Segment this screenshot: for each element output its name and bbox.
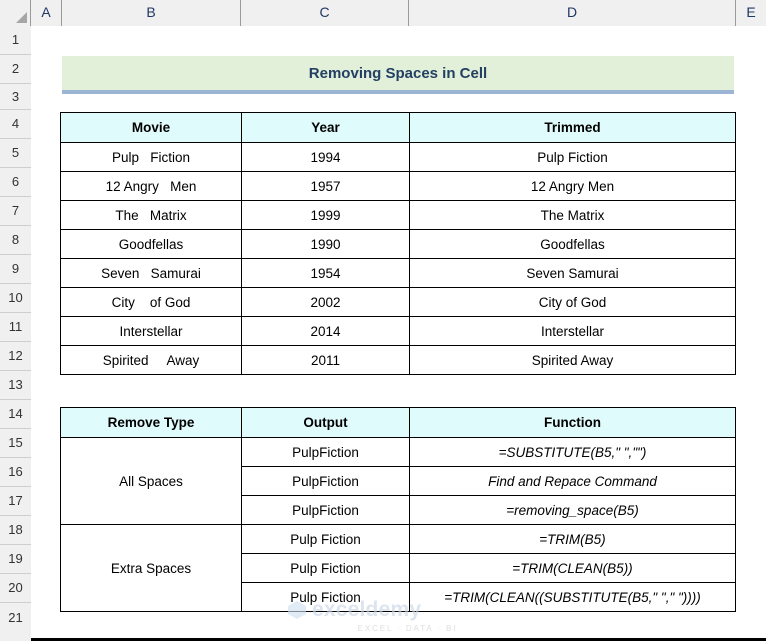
function-cell: Find and Repace Command (410, 467, 736, 496)
output-column-header: Output (242, 408, 410, 438)
function-cell: =removing_space(B5) (410, 496, 736, 525)
row-header-11[interactable]: 11 (0, 313, 31, 342)
movie-cell: Seven Samurai (61, 259, 242, 288)
movie-cell: City of God (61, 288, 242, 317)
row-header-5[interactable]: 5 (0, 139, 31, 168)
trimmed-cell: Interstellar (410, 317, 736, 346)
output-cell: Pulp Fiction (242, 525, 410, 554)
table-row: 12 Angry Men195712 Angry Men (61, 172, 736, 201)
table-row: All SpacesPulpFiction=SUBSTITUTE(B5," ",… (61, 438, 736, 467)
year-cell: 1990 (242, 230, 410, 259)
year-cell: 1957 (242, 172, 410, 201)
row-header-14[interactable]: 14 (0, 400, 31, 429)
table-row: Goodfellas1990Goodfellas (61, 230, 736, 259)
movie-cell: Goodfellas (61, 230, 242, 259)
trimmed-cell: Spirited Away (410, 346, 736, 375)
row-header-20[interactable]: 20 (0, 574, 31, 603)
function-cell: =SUBSTITUTE(B5," ","") (410, 438, 736, 467)
table-row: Extra SpacesPulp Fiction=TRIM(B5) (61, 525, 736, 554)
row-header-9[interactable]: 9 (0, 255, 31, 284)
table-row: Spirited Away2011Spirited Away (61, 346, 736, 375)
row-header-19[interactable]: 19 (0, 545, 31, 574)
spreadsheet-sheet: A B C D E 1 2 3 4 5 6 7 8 9 10 11 12 13 … (0, 0, 766, 641)
column-header-e[interactable]: E (736, 0, 766, 26)
table-row: The Matrix1999The Matrix (61, 201, 736, 230)
row-header-4[interactable]: 4 (0, 110, 31, 139)
row-header-10[interactable]: 10 (0, 284, 31, 313)
trimmed-cell: The Matrix (410, 201, 736, 230)
output-cell: PulpFiction (242, 438, 410, 467)
trimmed-cell: Goodfellas (410, 230, 736, 259)
output-cell: PulpFiction (242, 467, 410, 496)
table-row: Seven Samurai1954Seven Samurai (61, 259, 736, 288)
output-cell: Pulp Fiction (242, 554, 410, 583)
output-cell: Pulp Fiction (242, 583, 410, 612)
remove-type-cell: All Spaces (61, 438, 242, 525)
row-header-8[interactable]: 8 (0, 226, 31, 255)
row-header-21[interactable]: 21 (0, 603, 31, 641)
function-table: Remove Type Output Function All SpacesPu… (60, 407, 736, 612)
row-header-strip: 1 2 3 4 5 6 7 8 9 10 11 12 13 14 15 16 1… (0, 26, 31, 641)
movie-table: Movie Year Trimmed Pulp Fiction1994Pulp … (60, 112, 736, 375)
column-header-d[interactable]: D (409, 0, 736, 26)
table-row: City of God2002City of God (61, 288, 736, 317)
row-header-7[interactable]: 7 (0, 197, 31, 226)
function-cell: =TRIM(CLEAN((SUBSTITUTE(B5," "," ")))) (410, 583, 736, 612)
year-cell: 1999 (242, 201, 410, 230)
row-header-17[interactable]: 17 (0, 487, 31, 516)
page-title: Removing Spaces in Cell (62, 56, 734, 90)
movie-column-header: Movie (61, 113, 242, 143)
movie-cell: Pulp Fiction (61, 143, 242, 172)
movie-table-header-row: Movie Year Trimmed (61, 113, 736, 143)
watermark-tagline: EXCEL · DATA · BI (287, 624, 502, 633)
year-cell: 2014 (242, 317, 410, 346)
movie-cell: Interstellar (61, 317, 242, 346)
column-header-strip: A B C D E (0, 0, 766, 26)
row-header-3[interactable]: 3 (0, 84, 31, 110)
trimmed-column-header: Trimmed (410, 113, 736, 143)
row-header-18[interactable]: 18 (0, 516, 31, 545)
title-underline-rule (62, 90, 734, 94)
movie-cell: 12 Angry Men (61, 172, 242, 201)
trimmed-cell: City of God (410, 288, 736, 317)
trimmed-cell: Pulp Fiction (410, 143, 736, 172)
trimmed-cell: 12 Angry Men (410, 172, 736, 201)
row-header-2[interactable]: 2 (0, 55, 31, 84)
function-table-header-row: Remove Type Output Function (61, 408, 736, 438)
remove-type-column-header: Remove Type (61, 408, 242, 438)
function-cell: =TRIM(B5) (410, 525, 736, 554)
trimmed-cell: Seven Samurai (410, 259, 736, 288)
function-cell: =TRIM(CLEAN(B5)) (410, 554, 736, 583)
year-cell: 1994 (242, 143, 410, 172)
select-all-triangle-icon (16, 12, 27, 23)
table-row: Pulp Fiction1994Pulp Fiction (61, 143, 736, 172)
column-header-a[interactable]: A (31, 0, 62, 26)
movie-cell: Spirited Away (61, 346, 242, 375)
row-header-15[interactable]: 15 (0, 429, 31, 458)
row-header-12[interactable]: 12 (0, 342, 31, 371)
row-header-1[interactable]: 1 (0, 26, 31, 55)
year-cell: 1954 (242, 259, 410, 288)
column-header-c[interactable]: C (241, 0, 409, 26)
function-column-header: Function (410, 408, 736, 438)
year-cell: 2002 (242, 288, 410, 317)
remove-type-cell: Extra Spaces (61, 525, 242, 612)
row-header-6[interactable]: 6 (0, 168, 31, 197)
row-header-13[interactable]: 13 (0, 371, 31, 400)
year-column-header: Year (242, 113, 410, 143)
movie-cell: The Matrix (61, 201, 242, 230)
output-cell: PulpFiction (242, 496, 410, 525)
year-cell: 2011 (242, 346, 410, 375)
table-row: Interstellar2014Interstellar (61, 317, 736, 346)
row-header-16[interactable]: 16 (0, 458, 31, 487)
column-header-b[interactable]: B (62, 0, 241, 26)
select-all-corner[interactable] (0, 0, 31, 26)
